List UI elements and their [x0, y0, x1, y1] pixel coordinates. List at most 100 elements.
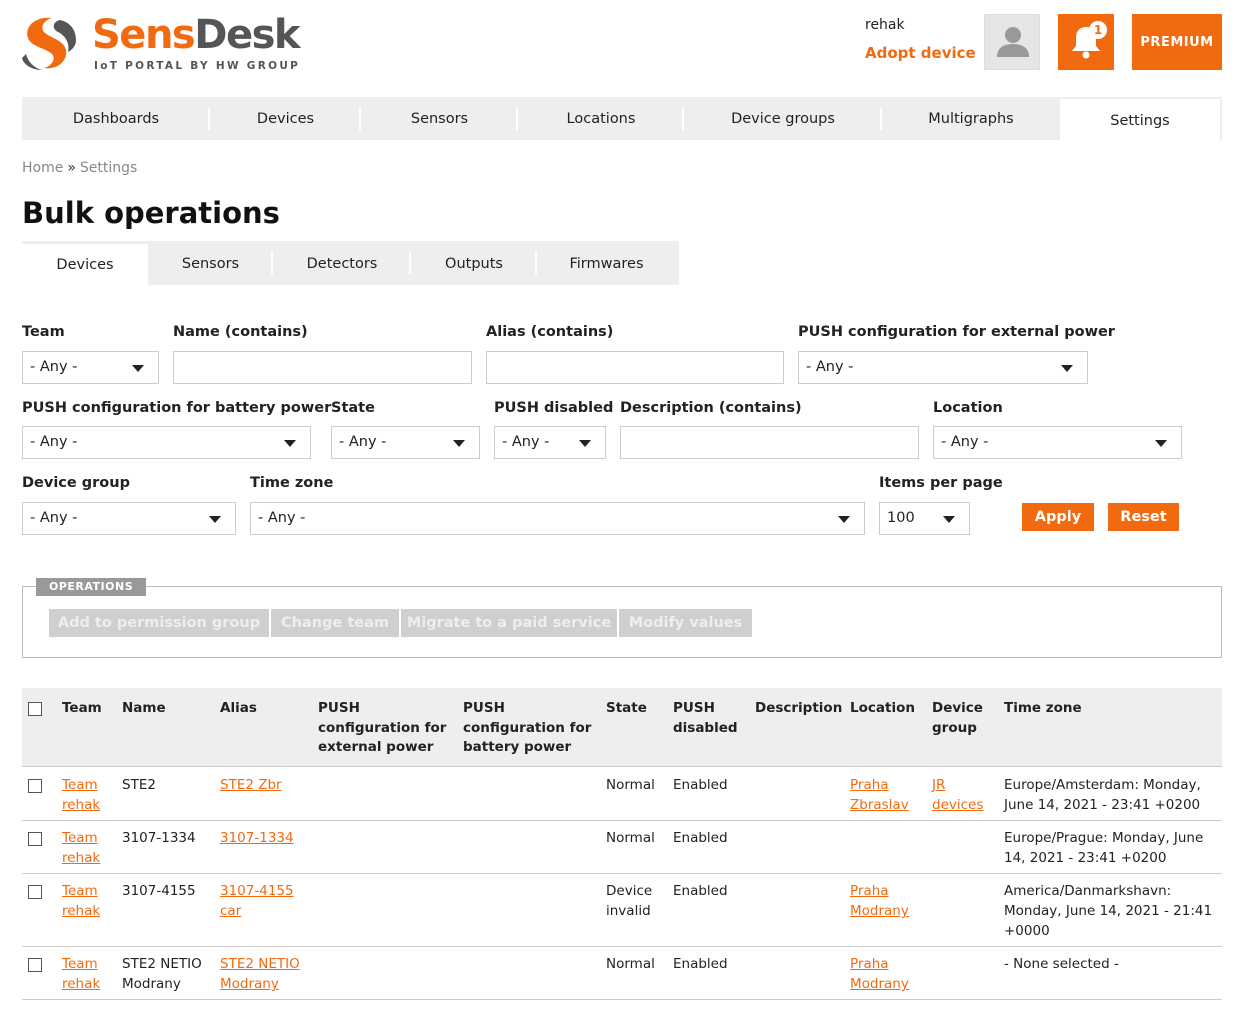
row-state: Normal	[606, 777, 655, 793]
migrate-to-paid-service-button[interactable]: Migrate to a paid service	[401, 609, 617, 637]
push-external-select[interactable]: - Any -	[798, 351, 1088, 384]
reset-button[interactable]: Reset	[1108, 503, 1179, 531]
row-location-link[interactable]: Praha Modrany	[850, 881, 909, 921]
header-description[interactable]: Description	[755, 699, 842, 719]
row-alias-link[interactable]: STE2 NETIO Modrany	[220, 954, 300, 994]
chevron-down-icon	[132, 365, 144, 372]
chevron-down-icon	[838, 516, 850, 523]
name-filter-label: Name (contains)	[173, 324, 308, 340]
header-time-zone[interactable]: Time zone	[1004, 699, 1082, 719]
brand-tagline: IoT PORTAL BY HW GROUP	[94, 60, 301, 72]
nav-sensors[interactable]: Sensors	[361, 97, 518, 140]
tab-devices[interactable]: Devices	[22, 241, 148, 285]
row-device-group-link[interactable]: JR devices	[932, 775, 983, 815]
items-per-page-select[interactable]: 100	[879, 502, 970, 535]
row-alias-link[interactable]: 3107-1334	[220, 828, 294, 848]
name-input[interactable]	[173, 351, 472, 384]
header-team[interactable]: Team	[62, 699, 102, 719]
nav-device-groups[interactable]: Device groups	[684, 97, 882, 140]
row-location-link[interactable]: Praha Modrany	[850, 954, 909, 994]
row-team-link[interactable]: Team rehak	[62, 881, 100, 921]
description-filter-label: Description (contains)	[620, 400, 802, 416]
notification-count-badge: 1	[1089, 21, 1107, 39]
row-push-disabled: Enabled	[673, 830, 728, 846]
push-battery-select[interactable]: - Any -	[22, 426, 311, 459]
row-team-link[interactable]: Team rehak	[62, 954, 100, 994]
row-name: STE2	[122, 777, 156, 793]
header-name[interactable]: Name	[122, 699, 166, 719]
row-checkbox[interactable]	[28, 958, 42, 972]
nav-locations[interactable]: Locations	[518, 97, 684, 140]
chevron-down-icon	[209, 516, 221, 523]
row-team-link[interactable]: Team rehak	[62, 828, 100, 868]
brand-name: SensDesk	[92, 12, 300, 58]
row-push-disabled: Enabled	[673, 883, 728, 899]
push-battery-filter-label: PUSH configuration for battery power	[22, 400, 332, 416]
row-location-link[interactable]: Praha Zbraslav	[850, 775, 909, 815]
row-time-zone: Europe/Prague: Monday, June 14, 2021 - 23…	[1004, 830, 1204, 866]
breadcrumb-home[interactable]: Home	[22, 160, 63, 176]
main-navigation: Dashboards Devices Sensors Locations Dev…	[22, 97, 1222, 140]
username: rehak	[865, 17, 905, 33]
row-checkbox[interactable]	[28, 779, 42, 793]
tab-sensors[interactable]: Sensors	[148, 241, 273, 285]
chevron-down-icon	[284, 440, 296, 447]
bell-icon	[1072, 27, 1100, 59]
modify-values-button[interactable]: Modify values	[619, 609, 752, 637]
tab-outputs[interactable]: Outputs	[411, 241, 537, 285]
tab-firmwares[interactable]: Firmwares	[537, 241, 676, 285]
nav-dashboards[interactable]: Dashboards	[22, 97, 210, 140]
location-select[interactable]: - Any -	[933, 426, 1182, 459]
row-name: 3107-1334	[122, 830, 196, 846]
row-time-zone: Europe/Amsterdam: Monday, June 14, 2021 -…	[1004, 777, 1201, 813]
chevron-down-icon	[453, 440, 465, 447]
row-time-zone: America/Danmarkshavn: Monday, June 14, 20…	[1004, 883, 1213, 939]
adopt-device-link[interactable]: Adopt device	[865, 44, 976, 62]
row-team-link[interactable]: Team rehak	[62, 775, 100, 815]
tab-detectors[interactable]: Detectors	[273, 241, 411, 285]
row-checkbox[interactable]	[28, 832, 42, 846]
chevron-down-icon	[943, 516, 955, 523]
row-time-zone: - None selected -	[1004, 956, 1119, 972]
notifications-button[interactable]: 1	[1058, 14, 1114, 70]
header-location[interactable]: Location	[850, 699, 915, 719]
team-select[interactable]: - Any -	[22, 351, 159, 384]
user-avatar-button[interactable]	[984, 14, 1040, 70]
row-alias-link[interactable]: STE2 Zbr	[220, 775, 282, 795]
nav-settings[interactable]: Settings	[1060, 97, 1222, 140]
chevron-down-icon	[1155, 440, 1167, 447]
apply-button[interactable]: Apply	[1022, 503, 1094, 531]
time-zone-select[interactable]: - Any -	[250, 502, 865, 535]
push-disabled-select[interactable]: - Any -	[494, 426, 606, 459]
header-device-group[interactable]: Device group	[932, 699, 983, 738]
add-to-permission-group-button[interactable]: Add to permission group	[49, 609, 269, 637]
location-filter-label: Location	[933, 400, 1003, 416]
header-alias[interactable]: Alias	[220, 699, 257, 719]
device-group-select[interactable]: - Any -	[22, 502, 236, 535]
row-state: Device invalid	[606, 883, 653, 919]
select-all-checkbox[interactable]	[28, 702, 42, 716]
chevron-down-icon	[1061, 365, 1073, 372]
nav-multigraphs[interactable]: Multigraphs	[882, 97, 1060, 140]
sensdesk-logo[interactable]: SensDesk IoT PORTAL BY HW GROUP	[22, 12, 302, 72]
premium-button[interactable]: PREMIUM	[1132, 14, 1222, 70]
state-filter-label: State	[331, 400, 375, 416]
header-state[interactable]: State	[606, 699, 647, 719]
header-push-battery[interactable]: PUSH configuration for battery power	[463, 699, 591, 758]
sensdesk-logo-icon	[22, 17, 76, 70]
header-push-disabled[interactable]: PUSH disabled	[673, 699, 738, 738]
user-icon	[997, 27, 1029, 57]
bulk-operations-tabs: Devices Sensors Detectors Outputs Firmwa…	[22, 241, 679, 285]
header-push-external[interactable]: PUSH configuration for external power	[318, 699, 446, 758]
row-checkbox[interactable]	[28, 885, 42, 899]
description-input[interactable]	[620, 426, 919, 459]
row-push-disabled: Enabled	[673, 956, 728, 972]
row-name: 3107-4155	[122, 883, 196, 899]
row-state: Normal	[606, 956, 655, 972]
change-team-button[interactable]: Change team	[271, 609, 399, 637]
nav-devices[interactable]: Devices	[210, 97, 361, 140]
row-state: Normal	[606, 830, 655, 846]
row-alias-link[interactable]: 3107-4155 car	[220, 881, 294, 921]
state-select[interactable]: - Any -	[331, 426, 480, 459]
alias-input[interactable]	[486, 351, 784, 384]
